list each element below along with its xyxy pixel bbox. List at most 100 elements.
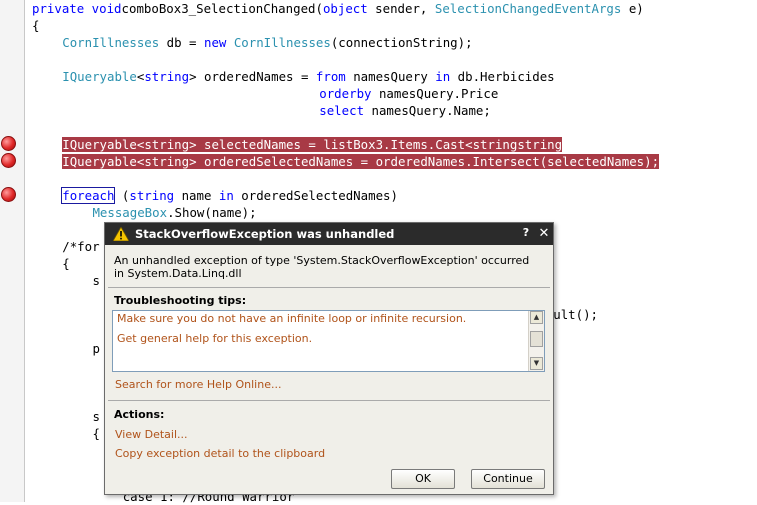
code-token: { — [92, 426, 100, 441]
outline-margin — [24, 0, 25, 502]
dialog-title-bar[interactable]: StackOverflowException was unhandled ? ✕ — [105, 223, 553, 245]
code-line[interactable]: orderby namesQuery.Price — [319, 85, 498, 102]
code-text: MessageBox.Show(name); — [92, 205, 256, 220]
keyword-token: string — [517, 137, 563, 152]
warning-icon — [113, 227, 129, 241]
code-line[interactable]: foreach (string name in orderedSelectedN… — [61, 187, 398, 204]
search-help-link[interactable]: Search for more Help Online... — [115, 378, 281, 391]
code-line[interactable]: MessageBox.Show(name); — [92, 204, 256, 221]
code-token: namesQuery — [345, 69, 436, 84]
breakpoint-gutter[interactable] — [0, 0, 25, 502]
keyword-token: select — [319, 103, 365, 118]
close-icon[interactable]: ✕ — [537, 226, 551, 242]
keyword-token: string — [144, 154, 190, 169]
highlighted-statement: IQueryable<string> selectedNames = listB… — [62, 137, 563, 152]
code-line[interactable]: s — [92, 408, 99, 425]
code-token: namesQuery.Price — [371, 86, 499, 101]
code-token: > orderedNames = — [189, 69, 316, 84]
keyword-token: new — [203, 35, 227, 50]
code-token: db = — [159, 35, 204, 50]
exception-dialog: StackOverflowException was unhandled ? ✕… — [104, 222, 554, 495]
code-token: { — [32, 18, 40, 33]
type-token: IQueryable — [62, 69, 137, 84]
keyword-token: object — [322, 1, 368, 16]
scroll-up-icon[interactable]: ▲ — [530, 311, 543, 324]
code-line[interactable]: IQueryable<string> orderedSelectedNames … — [62, 153, 660, 170]
code-line[interactable]: /*for — [62, 238, 99, 255]
divider — [108, 287, 550, 288]
code-text: CornIllnesses db = new CornIllnesses(con… — [62, 35, 472, 50]
keyword-token: string — [144, 137, 190, 152]
code-token: { — [62, 256, 70, 271]
tip-infinite-loop[interactable]: Make sure you do not have an infinite lo… — [117, 312, 466, 325]
code-token: /*for — [62, 239, 100, 254]
keyword-token: string — [144, 69, 190, 84]
code-token: s — [92, 273, 100, 288]
code-line[interactable]: p — [92, 340, 99, 357]
keyword-token: in — [435, 69, 451, 84]
code-token: ( — [114, 188, 130, 203]
scroll-thumb[interactable] — [530, 331, 543, 347]
code-text: { — [92, 426, 99, 441]
breakpoint-icon[interactable] — [1, 187, 16, 202]
code-text: /*for — [62, 239, 99, 254]
code-text: { — [62, 256, 69, 271]
keyword-token: orderby — [319, 86, 372, 101]
highlighted-statement: IQueryable<string> orderedSelectedNames … — [62, 154, 660, 169]
code-text: select namesQuery.Name; — [319, 103, 491, 118]
code-token: orderedSelectedNames) — [233, 188, 398, 203]
code-text: foreach (string name in orderedSelectedN… — [61, 187, 398, 204]
view-detail-link[interactable]: View Detail... — [115, 428, 188, 441]
keyword-token: from — [315, 69, 346, 84]
code-token: > orderedSelectedNames = orderedNames.In… — [189, 154, 660, 169]
code-line[interactable]: IQueryable<string> orderedNames = from n… — [62, 68, 554, 85]
type-token: CornIllnesses — [62, 35, 160, 50]
keyword-token: string — [129, 188, 175, 203]
ok-button[interactable]: OK — [391, 469, 455, 489]
exception-message: An unhandled exception of type 'System.S… — [114, 254, 530, 280]
code-line[interactable]: private voidcomboBox3_SelectionChanged(o… — [32, 0, 644, 17]
tips-list[interactable]: Make sure you do not have an infinite lo… — [112, 310, 545, 372]
code-token: name — [174, 188, 219, 203]
code-text: private voidcomboBox3_SelectionChanged(o… — [32, 1, 644, 16]
type-token: IQueryable — [62, 137, 137, 152]
code-text: orderby namesQuery.Price — [319, 86, 498, 101]
code-token: namesQuery.Name; — [364, 103, 491, 118]
tip-general-help[interactable]: Get general help for this exception. — [117, 332, 312, 345]
code-token: > selectedNames = listBox3.Items.Cast< — [189, 137, 473, 152]
code-text: s — [92, 273, 99, 288]
code-token: .Show(name); — [167, 205, 257, 220]
code-token: p — [92, 341, 100, 356]
divider — [108, 400, 550, 401]
code-text: IQueryable<string> orderedNames = from n… — [62, 69, 554, 84]
breakpoint-icon[interactable] — [1, 136, 16, 151]
tips-scrollbar[interactable]: ▲ ▼ — [528, 311, 544, 371]
continue-button[interactable]: Continue — [471, 469, 545, 489]
code-line[interactable]: select namesQuery.Name; — [319, 102, 491, 119]
code-token: comboBox3_SelectionChanged( — [121, 1, 323, 16]
type-token: IQueryable — [62, 154, 137, 169]
keyword-token: private void — [32, 1, 122, 16]
tips-header: Troubleshooting tips: — [114, 294, 247, 307]
code-token: s — [92, 409, 100, 424]
code-token: e) — [621, 1, 644, 16]
code-line[interactable]: IQueryable<string> selectedNames = listB… — [62, 136, 563, 153]
code-token: sender, — [367, 1, 435, 16]
scroll-down-icon[interactable]: ▼ — [530, 357, 543, 370]
code-line[interactable]: { — [62, 255, 69, 272]
code-token: db.Herbicides — [450, 69, 555, 84]
dialog-title: StackOverflowException was unhandled — [135, 227, 395, 241]
breakpoint-icon[interactable] — [1, 153, 16, 168]
type-token: MessageBox — [92, 205, 168, 220]
code-line[interactable]: { — [32, 17, 39, 34]
code-token: (connectionString); — [330, 35, 473, 50]
code-text: { — [32, 18, 39, 33]
copy-detail-link[interactable]: Copy exception detail to the clipboard — [115, 447, 325, 460]
code-line[interactable]: CornIllnesses db = new CornIllnesses(con… — [62, 34, 472, 51]
help-icon[interactable]: ? — [519, 226, 533, 242]
code-line[interactable]: { — [92, 425, 99, 442]
code-line[interactable]: s — [92, 272, 99, 289]
keyword-token: string — [472, 137, 518, 152]
keyword-token: in — [218, 188, 234, 203]
